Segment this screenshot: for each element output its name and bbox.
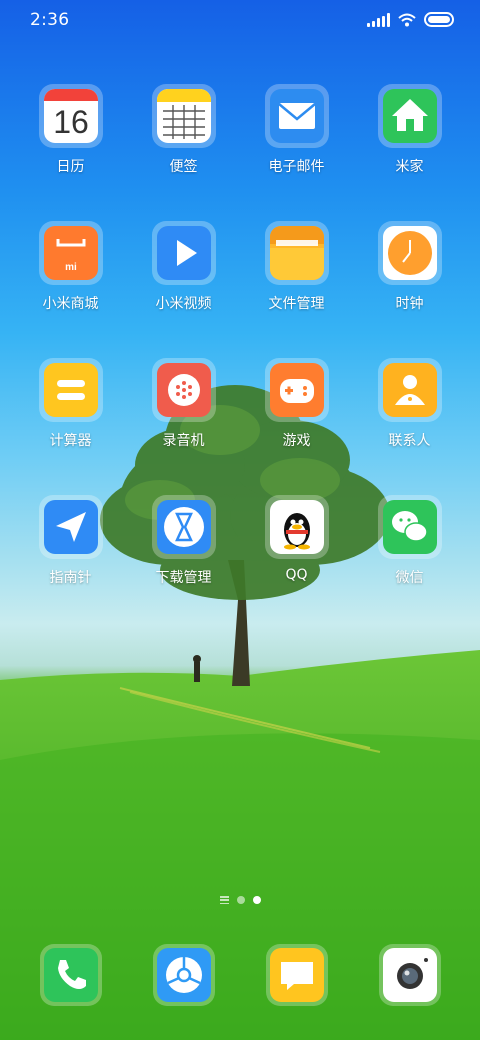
calendar-icon: 16	[43, 89, 98, 143]
app-frame: 16	[38, 84, 103, 148]
app-label: 电子邮件	[268, 159, 325, 175]
mi-store-icon: mi	[43, 226, 98, 280]
app-mi-video[interactable]: 小米视频	[127, 221, 240, 358]
app-label: 录音机	[162, 433, 205, 449]
app-clock[interactable]: 时钟	[353, 221, 466, 358]
app-frame	[265, 944, 328, 1006]
messages-icon	[269, 948, 324, 1002]
app-calendar[interactable]: 16 日历	[14, 84, 127, 221]
calculator-icon	[43, 363, 98, 417]
app-file-manager[interactable]: 文件管理	[240, 221, 353, 358]
app-frame	[152, 944, 215, 1006]
app-mi-home[interactable]: 米家	[353, 84, 466, 221]
page-dot[interactable]	[236, 896, 245, 904]
home-icon	[382, 89, 437, 143]
status-bar: 2:36	[0, 0, 480, 44]
dock-phone[interactable]	[14, 944, 127, 1006]
app-frame: mi	[38, 221, 103, 285]
app-contacts[interactable]: 联系人	[353, 358, 466, 495]
battery-icon	[424, 12, 454, 27]
notes-icon	[156, 89, 211, 143]
compass-icon	[43, 500, 98, 554]
app-qq[interactable]: QQ	[240, 495, 353, 632]
app-games[interactable]: 游戏	[240, 358, 353, 495]
app-frame	[377, 221, 442, 285]
dock-camera[interactable]	[353, 944, 466, 1006]
hourglass-download-icon	[156, 500, 211, 554]
app-label: 联系人	[388, 433, 431, 449]
wechat-icon	[382, 500, 437, 554]
app-label: 米家	[395, 159, 424, 175]
app-label: 计算器	[49, 433, 92, 449]
app-label: 日历	[56, 159, 85, 175]
dock-browser[interactable]	[127, 944, 240, 1006]
app-label: QQ	[285, 567, 308, 583]
app-recorder[interactable]: 录音机	[127, 358, 240, 495]
app-label: 下载管理	[155, 570, 212, 586]
app-compass[interactable]: 指南针	[14, 495, 127, 632]
recorder-icon	[156, 363, 211, 417]
status-time: 2:36	[30, 10, 70, 30]
menu-lines-icon	[219, 896, 229, 904]
phone-icon	[43, 948, 98, 1002]
video-play-icon	[156, 226, 211, 280]
app-frame	[151, 495, 216, 559]
app-label: 游戏	[282, 433, 311, 449]
folder-icon	[269, 226, 324, 280]
app-label: 便签	[169, 159, 198, 175]
dock-messages[interactable]	[240, 944, 353, 1006]
app-frame	[264, 495, 329, 559]
page-dot-active[interactable]	[252, 896, 261, 904]
qq-penguin-icon	[269, 500, 324, 554]
app-frame	[264, 221, 329, 285]
app-frame	[151, 358, 216, 422]
app-email[interactable]: 电子邮件	[240, 84, 353, 221]
camera-icon	[382, 948, 437, 1002]
page-indicator[interactable]	[0, 896, 480, 904]
browser-icon	[156, 948, 211, 1002]
app-label: 文件管理	[268, 296, 325, 312]
app-mi-store[interactable]: mi 小米商城	[14, 221, 127, 358]
app-frame	[377, 495, 442, 559]
app-grid: 16 日历 便签 电子邮件 米家 mi 小米商城 小米视频 文件管理 时钟 计算…	[14, 84, 466, 632]
dock	[14, 944, 466, 1006]
app-frame	[377, 84, 442, 148]
app-frame	[151, 84, 216, 148]
app-label: 小米商城	[42, 296, 99, 312]
gamepad-icon	[269, 363, 324, 417]
cellular-signal-icon	[367, 12, 390, 27]
app-wechat[interactable]: 微信	[353, 495, 466, 632]
contacts-icon	[382, 363, 437, 417]
calendar-day: 16	[53, 104, 89, 140]
app-frame	[38, 495, 103, 559]
app-frame	[264, 84, 329, 148]
status-icons	[367, 12, 454, 27]
app-label: 微信	[395, 570, 424, 586]
app-label: 指南针	[49, 570, 92, 586]
app-frame	[151, 221, 216, 285]
clock-icon	[382, 226, 437, 280]
app-frame	[377, 358, 442, 422]
app-notes[interactable]: 便签	[127, 84, 240, 221]
email-icon	[269, 89, 324, 143]
app-label: 小米视频	[155, 296, 212, 312]
wifi-icon	[398, 13, 416, 26]
app-frame	[38, 358, 103, 422]
app-downloads[interactable]: 下载管理	[127, 495, 240, 632]
svg-text:mi: mi	[65, 262, 77, 273]
app-calculator[interactable]: 计算器	[14, 358, 127, 495]
app-label: 时钟	[395, 296, 424, 312]
app-frame	[39, 944, 102, 1006]
app-frame	[264, 358, 329, 422]
app-frame	[378, 944, 441, 1006]
